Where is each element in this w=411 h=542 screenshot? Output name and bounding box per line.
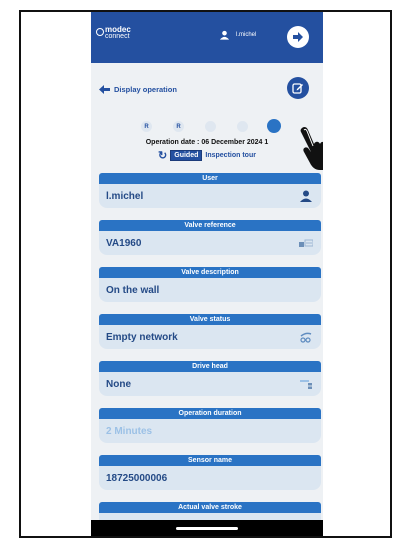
step-4[interactable]: [237, 121, 248, 132]
step-1[interactable]: R: [141, 121, 152, 132]
valve-status-icon: [299, 331, 313, 343]
field-valve-description: Valve description On the wall: [99, 267, 321, 314]
field-title: Valve reference: [99, 220, 321, 231]
step-2[interactable]: R: [173, 121, 184, 132]
duration-value-group: 2 Minutes: [106, 426, 152, 437]
field-operation-duration: Operation duration 2 Minutes: [99, 408, 321, 455]
inspection-tour-button[interactable]: Inspection tour: [205, 152, 256, 159]
arrow-left-icon: [99, 85, 110, 94]
logo-ring-icon: [96, 28, 104, 36]
pointing-hand-icon: [300, 126, 323, 170]
field-valve-reference: Valve reference VA1960: [99, 220, 321, 267]
edit-icon: [292, 83, 303, 94]
field-body: l.michel: [99, 184, 321, 208]
field-title: Actual valve stroke: [99, 502, 321, 513]
logo-primary: modec: [105, 25, 131, 34]
field-body: 18725000006: [99, 466, 321, 490]
screenshot-frame: modec connect l.michel Display operation…: [19, 10, 392, 538]
user-name: l.michel: [236, 32, 257, 38]
field-title: Sensor name: [99, 455, 321, 466]
field-body: Empty network: [99, 325, 321, 349]
field-value: 2: [106, 425, 112, 437]
logout-icon: [293, 32, 303, 42]
field-body: 2 Minutes: [99, 419, 321, 443]
step-5-active[interactable]: [267, 119, 281, 133]
field-value: None: [106, 378, 131, 390]
person-icon: [219, 30, 230, 40]
field-valve-status: Valve status Empty network: [99, 314, 321, 361]
home-indicator-bar: [91, 520, 323, 536]
field-value-unit: Minutes: [114, 425, 153, 437]
field-title: Drive head: [99, 361, 321, 372]
field-user: User l.michel: [99, 173, 321, 220]
guided-mode-button[interactable]: Guided: [170, 150, 203, 161]
step-indicator: R R: [91, 115, 323, 137]
field-value: Empty network: [106, 331, 178, 343]
home-indicator[interactable]: [176, 526, 238, 530]
field-title: Valve status: [99, 314, 321, 325]
user-chip[interactable]: l.michel: [219, 30, 256, 40]
logout-button[interactable]: [287, 26, 309, 48]
field-body: None: [99, 372, 321, 396]
back-label: Display operation: [114, 85, 177, 94]
phone-screen: modec connect l.michel Display operation…: [91, 12, 323, 536]
nav-bar: Display operation: [91, 63, 323, 115]
logo-secondary: connect: [105, 33, 130, 40]
valve-reference-icon: [299, 237, 313, 249]
app-header: modec connect l.michel: [91, 12, 323, 63]
field-value: VA1960: [106, 237, 142, 249]
field-title: Operation duration: [99, 408, 321, 419]
field-body: On the wall: [99, 278, 321, 302]
field-value: l.michel: [106, 190, 144, 202]
back-button[interactable]: Display operation: [99, 85, 177, 94]
field-sensor-name: Sensor name 18725000006: [99, 455, 321, 502]
field-body: VA1960: [99, 231, 321, 255]
field-drive-head: Drive head None: [99, 361, 321, 408]
step-3[interactable]: [205, 121, 216, 132]
field-title: User: [99, 173, 321, 184]
field-title: Valve description: [99, 267, 321, 278]
drive-head-icon: [299, 378, 313, 390]
mode-switch: ↻ Guided Inspection tour: [91, 150, 323, 161]
field-value: 18725000006: [106, 472, 168, 484]
person-icon: [299, 190, 313, 202]
field-value: On the wall: [106, 284, 160, 296]
edit-button[interactable]: [287, 77, 309, 99]
refresh-icon[interactable]: ↻: [158, 150, 167, 161]
field-list: User l.michel Valve reference VA1960 Val…: [99, 173, 321, 536]
app-logo: modec connect: [96, 25, 131, 40]
operation-date: Operation date : 06 December 2024 1: [145, 139, 269, 146]
